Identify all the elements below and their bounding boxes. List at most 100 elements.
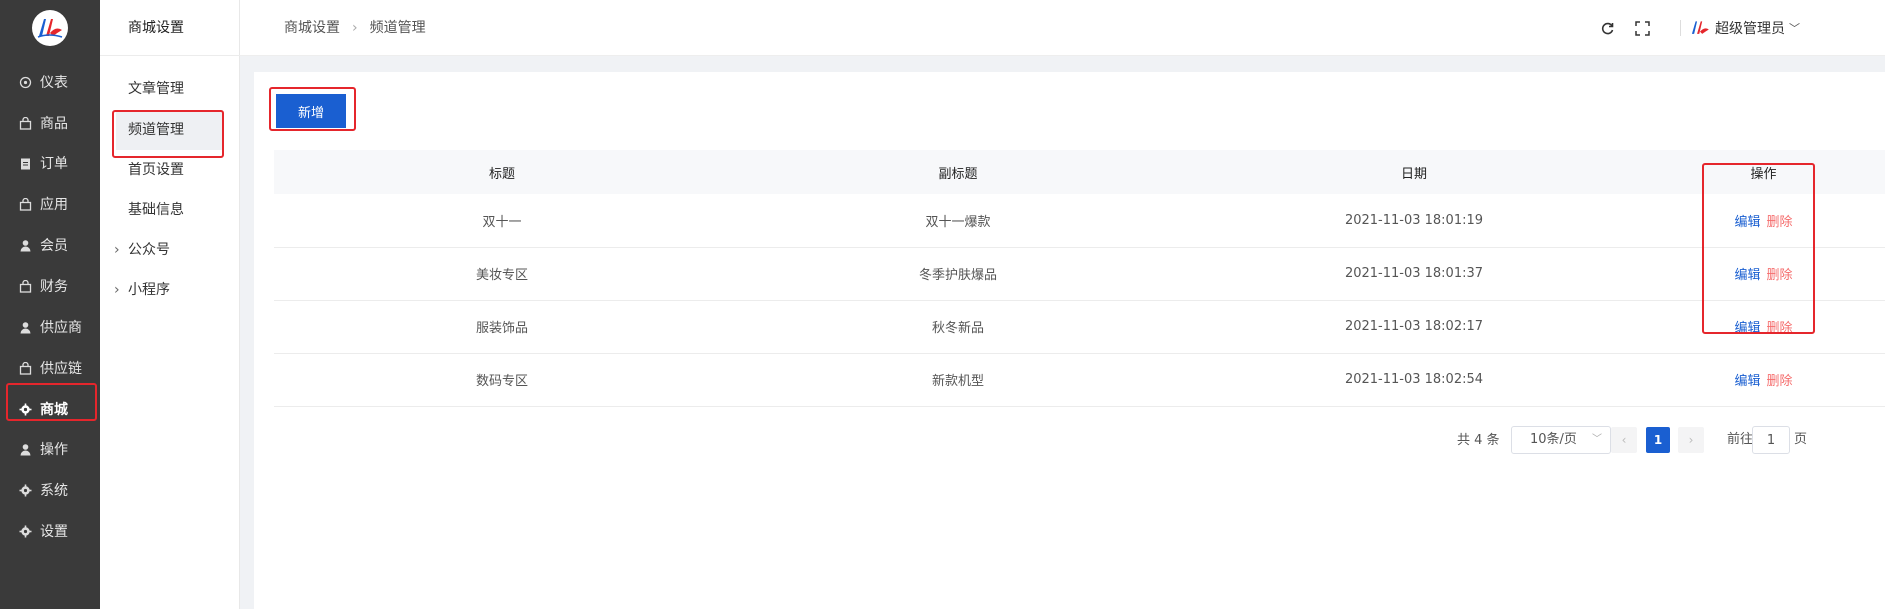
nav-item-label: 财务 [40,279,68,295]
table-row: 数码专区 新款机型 2021-11-03 18:02:54 编辑 删除 [274,353,1885,407]
column-header-title: 标题 [488,166,515,182]
sub-sidebar-title: 商城设置 [100,0,240,56]
nav-item-operations[interactable]: 操作 [0,429,100,469]
chevron-left-icon: ‹ [1621,433,1627,447]
add-button[interactable]: 新增 [276,94,346,128]
nav-item-label: 应用 [40,197,68,213]
cell-date: 2021-11-03 18:02:54 [1186,353,1642,407]
nav-item-label: 系统 [40,483,68,499]
column-header-actions: 操作 [1750,166,1777,182]
pagination-total: 共 4 条 [1457,433,1500,448]
channel-table: 标题 副标题 日期 操作 双十一 双十一爆款 2021-11-03 18:01:… [274,150,1885,407]
cell-subtitle: 新款机型 [730,353,1186,407]
breadcrumb-current: 频道管理 [369,20,426,36]
bag-icon [18,197,32,211]
app-logo[interactable] [32,10,68,46]
top-header: 商城设置 › 频道管理 超级管理员 ﹀ [240,0,1885,56]
main-sidebar: 仪表 商品 订单 应用 会员 财务 供应商 供应链 商城 操作 系统 设置 [0,0,100,609]
nav-item-system[interactable]: 系统 [0,470,100,510]
nav-item-suppliers[interactable]: 供应商 [0,307,100,347]
nav-item-label: 供应链 [40,361,82,377]
edit-link[interactable]: 编辑 [1734,321,1760,336]
breadcrumb: 商城设置 › 频道管理 [284,0,426,56]
nav-item-members[interactable]: 会员 [0,225,100,265]
main-content: 新增 标题 副标题 日期 操作 双十一 双十一爆款 2021-11-03 18:… [254,72,1885,609]
nav-item-label: 操作 [40,442,68,458]
cell-subtitle: 秋冬新品 [730,300,1186,354]
nav-item-label: 会员 [40,238,68,254]
prev-page-button[interactable]: ‹ [1611,427,1637,453]
sub-item-articles[interactable]: 文章管理 [100,69,240,109]
bag-icon [18,361,32,375]
sub-item-mini-program[interactable]: › 小程序 [100,270,240,310]
sub-item-basic-info[interactable]: 基础信息 [100,190,240,230]
nav-item-label: 商品 [40,116,68,132]
edit-link[interactable]: 编辑 [1734,215,1760,230]
sub-item-official-account[interactable]: › 公众号 [100,230,240,270]
nav-item-orders[interactable]: 订单 [0,143,100,183]
cell-actions: 编辑 删除 [1642,300,1885,354]
breadcrumb-item[interactable]: 商城设置 [284,20,340,36]
nav-item-mall[interactable]: 商城 [0,389,100,429]
sub-item-label: 小程序 [128,282,170,298]
chevron-down-icon: ﹀ [1592,434,1602,445]
sub-sidebar: 商城设置 文章管理 频道管理 首页设置 基础信息 › 公众号 › 小程序 [100,0,240,609]
chevron-down-icon: ﹀ [1789,22,1800,35]
user-menu[interactable]: 超级管理员 ﹀ [1680,14,1800,42]
table-row: 服装饰品 秋冬新品 2021-11-03 18:02:17 编辑 删除 [274,300,1885,354]
cell-actions: 编辑 删除 [1642,194,1885,248]
column-header-subtitle: 副标题 [938,166,978,182]
gear-icon [18,524,32,538]
nav-item-settings[interactable]: 设置 [0,511,100,551]
app: 仪表 商品 订单 应用 会员 财务 供应商 供应链 商城 操作 系统 设置 商城… [0,0,1885,609]
delete-link[interactable]: 删除 [1767,215,1793,230]
delete-link[interactable]: 删除 [1767,268,1793,283]
user-name: 超级管理员 [1715,21,1785,37]
logo-mark [37,19,63,38]
nav-item-finance[interactable]: 财务 [0,266,100,306]
gear-icon [18,402,32,416]
cell-date: 2021-11-03 18:01:37 [1186,247,1642,301]
cell-actions: 编辑 删除 [1642,247,1885,301]
bag-icon [18,116,32,130]
cell-date: 2021-11-03 18:01:19 [1186,194,1642,248]
nav-item-supply-chain[interactable]: 供应链 [0,348,100,388]
delete-link[interactable]: 删除 [1767,374,1793,389]
dashboard-icon [18,75,32,89]
delete-link[interactable]: 删除 [1767,321,1793,336]
nav-item-label: 仪表 [40,75,68,91]
sub-item-channels[interactable]: 频道管理 [116,110,222,150]
column-header-date: 日期 [1400,166,1427,182]
goto-unit: 页 [1794,432,1808,447]
chevron-right-icon: › [352,20,358,36]
page-size-select[interactable]: 10条/页 ﹀ [1511,426,1611,454]
sub-item-homepage[interactable]: 首页设置 [100,150,240,190]
cell-subtitle: 双十一爆款 [730,194,1186,248]
user-icon [18,238,32,252]
nav-item-label: 供应商 [40,320,82,336]
chevron-right-icon: › [1688,433,1694,447]
divider [1680,20,1681,36]
sub-item-label: 公众号 [128,242,170,258]
page-number-current[interactable]: 1 [1646,427,1670,453]
chevron-right-icon: › [114,282,120,298]
cell-subtitle: 冬季护肤爆品 [730,247,1186,301]
table-header-row: 标题 副标题 日期 操作 [274,150,1885,194]
nav-item-label: 订单 [40,156,68,172]
edit-link[interactable]: 编辑 [1734,268,1760,283]
cell-title: 双十一 [274,194,730,248]
nav-item-apps[interactable]: 应用 [0,184,100,224]
cell-actions: 编辑 删除 [1642,353,1885,407]
nav-item-dashboard[interactable]: 仪表 [0,62,100,102]
edit-link[interactable]: 编辑 [1734,374,1760,389]
clipboard-icon [18,156,32,170]
goto-page-input[interactable] [1752,426,1790,454]
cell-title: 数码专区 [274,353,730,407]
table-row: 双十一 双十一爆款 2021-11-03 18:01:19 编辑 删除 [274,194,1885,248]
next-page-button[interactable]: › [1678,427,1704,453]
nav-item-products[interactable]: 商品 [0,103,100,143]
avatar [1691,21,1709,34]
fullscreen-icon[interactable] [1632,18,1652,38]
refresh-icon[interactable] [1597,18,1617,38]
table-row: 美妆专区 冬季护肤爆品 2021-11-03 18:01:37 编辑 删除 [274,247,1885,301]
